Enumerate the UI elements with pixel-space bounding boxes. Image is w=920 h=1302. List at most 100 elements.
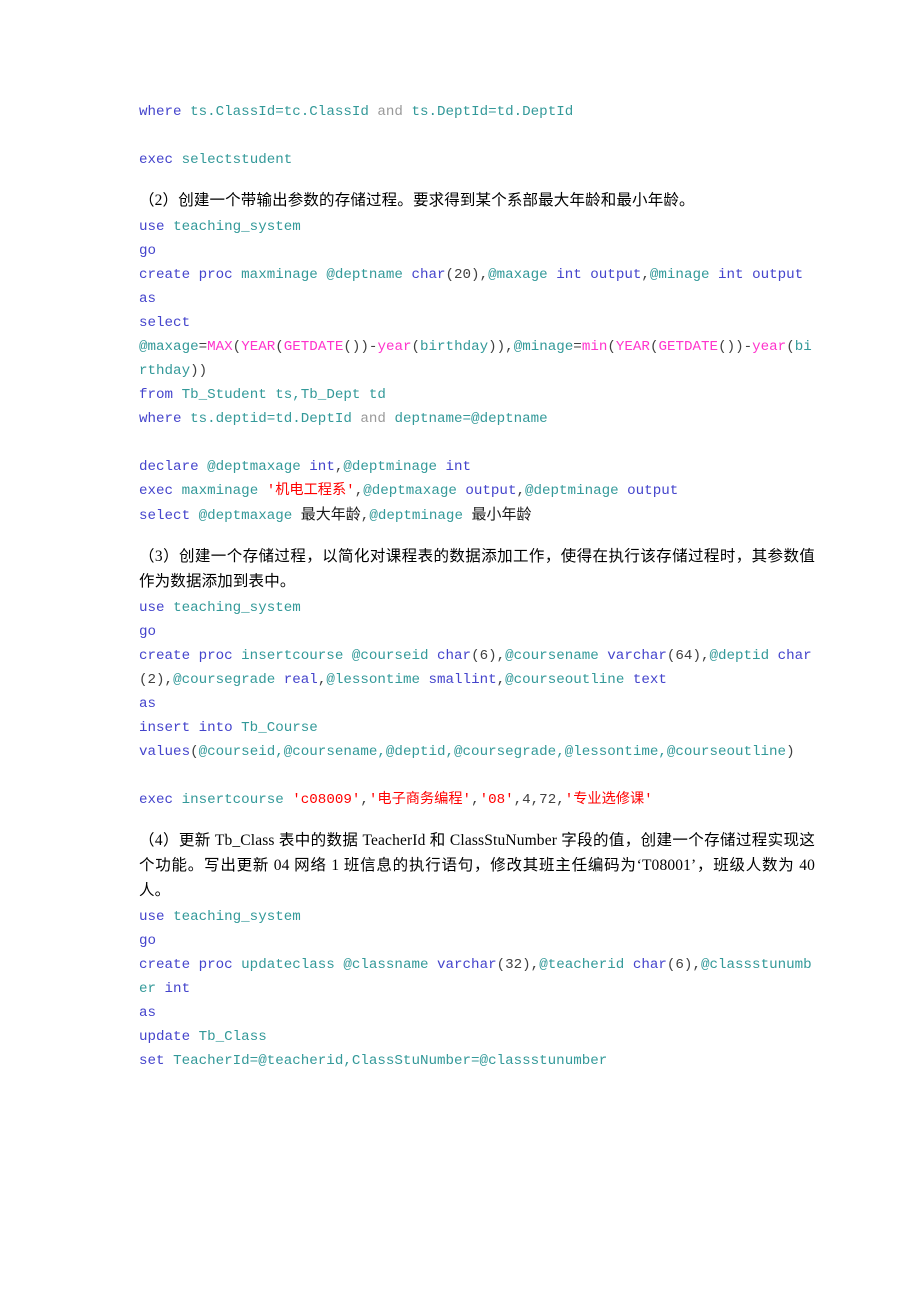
- code-token-kw: output: [627, 483, 679, 499]
- code-token-kw: smallint: [428, 672, 497, 688]
- code-line: where ts.deptid=td.DeptId and deptname=@…: [139, 407, 815, 431]
- code-token-pun: [343, 648, 352, 664]
- code-token-pun: [275, 672, 284, 688]
- code-token-kw: create proc: [139, 648, 233, 664]
- code-line: select @deptmaxage 最大年龄,@deptminage 最小年龄: [139, 503, 815, 528]
- code-line: create proc maxminage @deptname char(20)…: [139, 263, 815, 287]
- code-token-kw: create proc: [139, 267, 233, 283]
- code-token-fn: year: [752, 339, 787, 355]
- code-token-pun: [165, 1053, 174, 1069]
- code-token-id: @deptmaxage: [207, 459, 301, 475]
- code-token-pun: [548, 267, 557, 283]
- code-token-kw: from: [139, 387, 174, 403]
- code-token-id: teaching_system: [173, 219, 301, 235]
- code-line: use teaching_system: [139, 215, 815, 239]
- code-token-kw: text: [632, 672, 667, 688]
- code-token-pun: [199, 459, 208, 475]
- code-token-id: TeacherId=@teacherid,ClassStuNumber=@cla…: [173, 1053, 608, 1069]
- code-token-id: Tb_Class: [198, 1029, 267, 1045]
- code-token-kw: use: [139, 219, 165, 235]
- code-token-pun: [428, 648, 437, 664]
- code-token-id: @deptmaxage: [363, 483, 457, 499]
- code-token-pun: [624, 957, 633, 973]
- code-token-id: @coursegrade: [173, 672, 276, 688]
- code-token-pun: [173, 483, 182, 499]
- code-token-pun: [173, 387, 182, 403]
- code-line: values(@courseid,@coursename,@deptid,@co…: [139, 740, 815, 764]
- code-token-id: teaching_system: [173, 909, 301, 925]
- code-token-pun: [182, 411, 191, 427]
- code-token-kw: go: [139, 933, 157, 949]
- code-line: set TeacherId=@teacherid,ClassStuNumber=…: [139, 1049, 815, 1073]
- code-line: where ts.ClassId=tc.ClassId and ts.DeptI…: [139, 100, 815, 124]
- code-token-kw: exec: [139, 483, 174, 499]
- code-token-pun: ,: [516, 483, 525, 499]
- paragraph: （4）更新 Tb_Class 表中的数据 TeacherId 和 ClassSt…: [139, 832, 815, 899]
- code-token-pun: (: [786, 339, 795, 355]
- code-token-id: Tb_Student ts,Tb_Dept td: [181, 387, 386, 403]
- code-token-pun: )),: [488, 339, 514, 355]
- code-token-pun: [258, 483, 267, 499]
- code-token-kw: int output: [718, 267, 804, 283]
- code-token-id: @teacherid: [539, 957, 625, 973]
- code-token-kw: char: [411, 267, 446, 283]
- code-token-kw: int: [556, 267, 582, 283]
- code-token-pun: [233, 957, 242, 973]
- code-token-pun: )): [190, 363, 208, 379]
- code-token-kw: create proc: [139, 957, 233, 973]
- code-token-pun: [173, 152, 182, 168]
- code-token-cn: 最大年龄: [300, 507, 361, 523]
- code-line: exec insertcourse 'c08009','电子商务编程','08'…: [139, 788, 815, 812]
- code-token-pun: (32),: [496, 957, 540, 973]
- code-token-kw: where: [139, 411, 182, 427]
- code-token-kw: use: [139, 909, 165, 925]
- code-token-pun: (: [275, 339, 284, 355]
- code-token-id: insertcourse: [181, 792, 284, 808]
- code-token-pun: ,: [641, 267, 650, 283]
- code-token-fn: MAX: [207, 339, 233, 355]
- code-token-id: Tb_Course: [241, 720, 318, 736]
- code-line: use teaching_system: [139, 596, 815, 620]
- code-token-kw: char: [437, 648, 472, 664]
- code-token-id: ts.ClassId=tc.ClassId: [190, 104, 369, 120]
- code-token-pun: [428, 957, 437, 973]
- code-token-kw: int: [445, 459, 472, 475]
- code-token-id: teaching_system: [173, 600, 301, 616]
- code-line: declare @deptmaxage int,@deptminage int: [139, 455, 815, 479]
- code-token-pun: [165, 219, 174, 235]
- code-token-id: selectstudent: [181, 152, 293, 168]
- code-token-str: '08': [479, 792, 514, 808]
- code-token-id: insertcourse: [241, 648, 344, 664]
- code-token-pun: (64),: [666, 648, 710, 664]
- code-token-kw: declare: [139, 459, 199, 475]
- code-token-pun: (: [190, 744, 199, 760]
- document-page: where ts.ClassId=tc.ClassId and ts.DeptI…: [0, 0, 920, 1302]
- code-token-pun: [182, 104, 191, 120]
- code-token-pun: [710, 267, 719, 283]
- code-token-kw: char: [632, 957, 667, 973]
- paragraph: （2）创建一个带输出参数的存储过程。要求得到某个系部最大年龄和最小年龄。: [139, 192, 695, 209]
- code-token-id: @courseid,@coursename,@deptid,@coursegra…: [198, 744, 787, 760]
- code-token-pun: [233, 648, 242, 664]
- code-line: create proc insertcourse @courseid char(…: [139, 644, 815, 692]
- code-token-pun: [437, 459, 446, 475]
- code-token-str: '机电工程系': [266, 483, 355, 499]
- code-token-kw: exec: [139, 152, 174, 168]
- code-line: exec maxminage '机电工程系',@deptmaxage outpu…: [139, 479, 815, 503]
- code-token-kw: as: [139, 1005, 157, 1021]
- code-token-pun: ,: [496, 672, 506, 688]
- code-token-kw: insert into: [139, 720, 233, 736]
- code-token-pun: [156, 981, 165, 997]
- code-token-id: ts.deptid=td.DeptId: [190, 411, 352, 427]
- paragraph: （3）创建一个存储过程，以简化对课程表的数据添加工作，使得在执行该存储过程时，其…: [139, 548, 815, 590]
- code-token-id: @lessontime: [326, 672, 420, 688]
- code-token-cn: 最小年龄: [471, 507, 532, 523]
- code-line: use teaching_system: [139, 905, 815, 929]
- code-token-kw: set: [139, 1053, 165, 1069]
- code-line: exec selectstudent: [139, 148, 815, 172]
- code-token-pun: ): [786, 744, 795, 760]
- code-token-kw: output: [590, 267, 642, 283]
- code-token-pun: (: [232, 339, 242, 355]
- code-token-op: and: [377, 104, 403, 120]
